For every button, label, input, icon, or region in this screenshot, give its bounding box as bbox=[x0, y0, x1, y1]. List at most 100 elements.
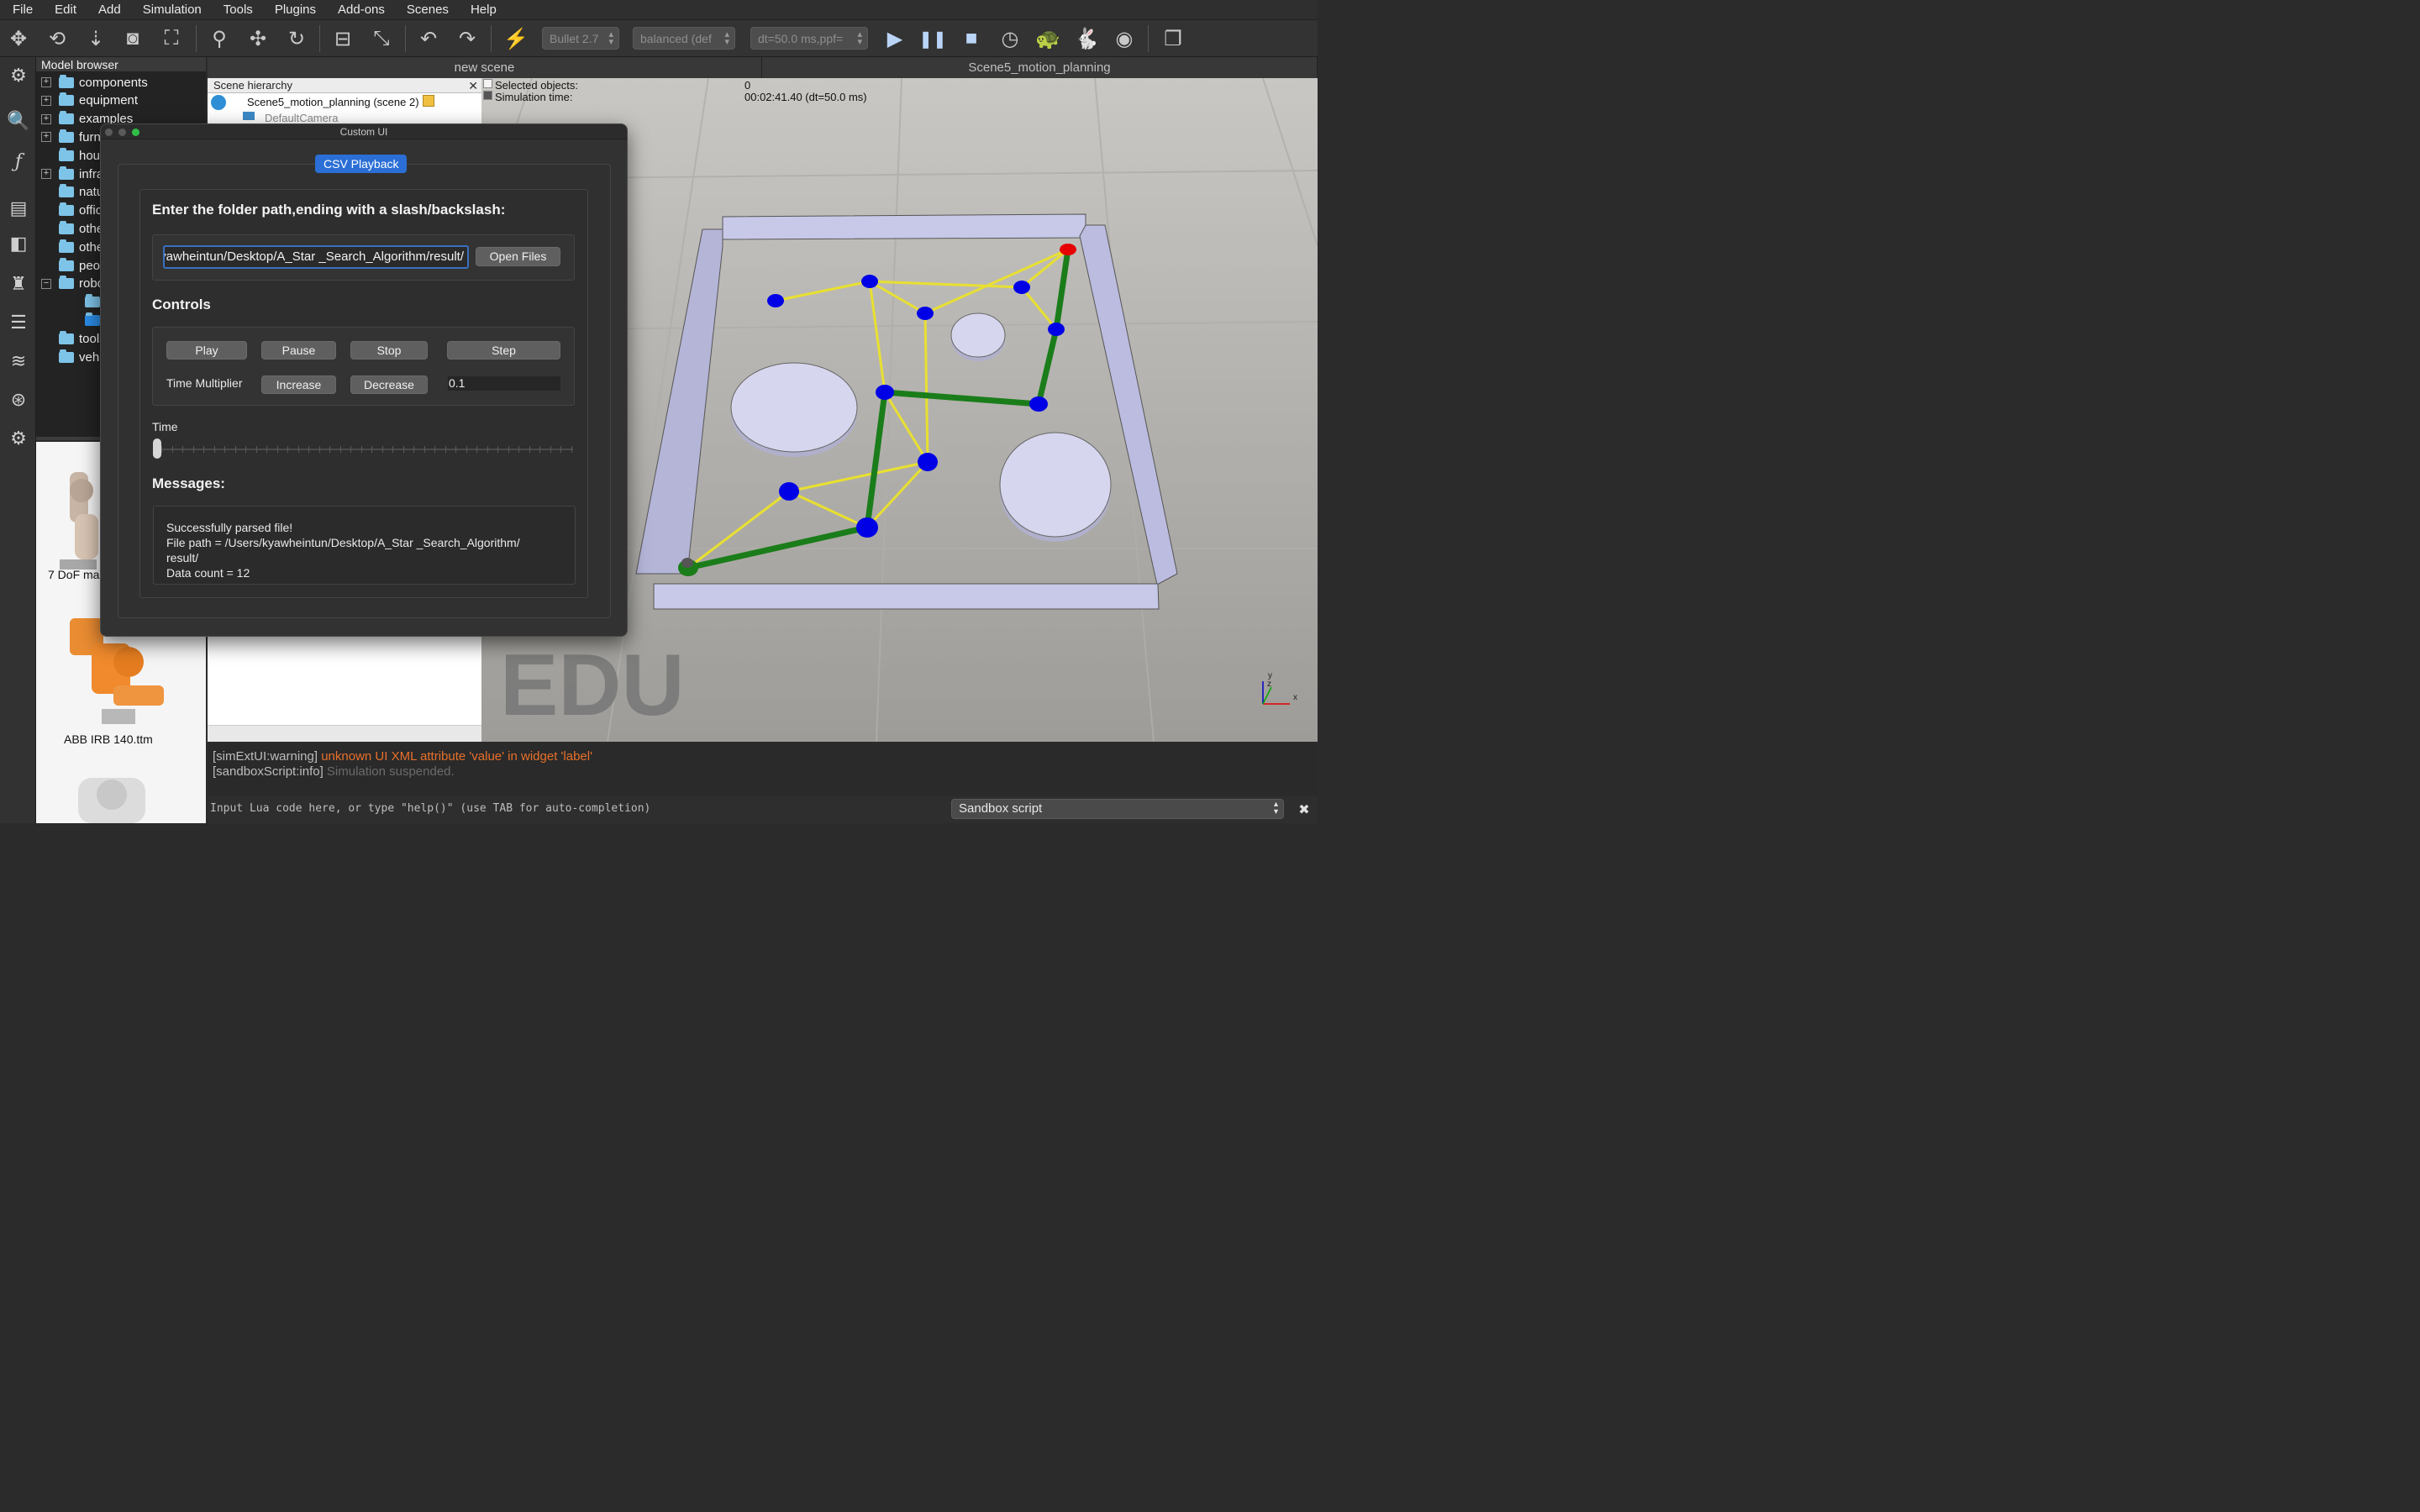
scene-hierarchy-toggle-icon[interactable]: ☰ bbox=[5, 309, 32, 336]
stop-icon[interactable]: ■ bbox=[958, 25, 985, 52]
physics-engine-select[interactable]: Bullet 2.7 ▴ ▾ bbox=[542, 27, 619, 50]
script-select-value: Sandbox script bbox=[959, 801, 1043, 816]
menu-scenes[interactable]: Scenes bbox=[394, 3, 458, 17]
time-slider-handle[interactable] bbox=[153, 438, 161, 459]
expand-toggle-icon[interactable]: − bbox=[41, 278, 51, 289]
hierarchy-scrollbar[interactable] bbox=[208, 725, 481, 742]
dynamics-toggle-icon[interactable]: ⚡ bbox=[502, 25, 529, 52]
camera-pan-icon[interactable]: ✥ bbox=[5, 25, 32, 52]
decrease-button[interactable]: Decrease bbox=[350, 375, 428, 394]
timestep-select[interactable]: dt=50.0 ms,ppf= ▴ ▾ bbox=[750, 27, 868, 50]
hierarchy-item-defaultcamera[interactable]: DefaultCamera bbox=[265, 112, 338, 124]
object-rotate-icon[interactable]: ↻ bbox=[283, 25, 310, 52]
slower-turtle-icon[interactable]: 🐢 bbox=[1034, 25, 1061, 52]
click-select-icon[interactable]: ⚲ bbox=[206, 25, 233, 52]
folder-icon bbox=[59, 129, 74, 143]
lua-code-input[interactable]: Input Lua code here, or type "help()" (u… bbox=[208, 798, 947, 820]
camera-angle-icon[interactable]: ◙ bbox=[119, 25, 146, 52]
thumbnail-next-robot[interactable] bbox=[78, 778, 145, 823]
thumbnail-7dof-robot[interactable] bbox=[60, 472, 98, 570]
time-multiplier-value[interactable]: 0.1 bbox=[448, 376, 560, 391]
camera-rotate-icon[interactable]: ⟲ bbox=[44, 25, 71, 52]
folder-path-input[interactable]: /Users/kyawheintun/Desktop/A_Star _Searc… bbox=[163, 245, 469, 269]
menu-add[interactable]: Add bbox=[86, 3, 130, 17]
engine-mode-select[interactable]: balanced (def ▴ ▾ bbox=[633, 27, 735, 50]
tree-item[interactable]: + equipment bbox=[36, 92, 138, 110]
script-select[interactable]: Sandbox script ▴ ▾ bbox=[951, 799, 1284, 819]
play-button[interactable]: Play bbox=[166, 341, 247, 360]
folder-icon bbox=[59, 74, 74, 88]
play-icon[interactable]: ▶ bbox=[881, 25, 908, 52]
tree-item[interactable]: other bbox=[36, 238, 108, 256]
pause-button[interactable]: Pause bbox=[261, 341, 336, 360]
folder-icon bbox=[85, 294, 100, 308]
tree-item[interactable] bbox=[36, 293, 105, 312]
tab-scene5-motion-planning[interactable]: Scene5_motion_planning bbox=[762, 57, 1318, 78]
function-icon[interactable]: ƒ bbox=[5, 148, 32, 175]
calculation-modules-icon[interactable]: 🔍 bbox=[5, 108, 32, 134]
collections-icon[interactable]: ▤ bbox=[5, 195, 32, 222]
object-shift-icon[interactable]: ✣ bbox=[245, 25, 271, 52]
thumbnail-label-abb: ABB IRB 140.ttm bbox=[64, 732, 153, 746]
expand-toggle-icon[interactable]: + bbox=[41, 169, 51, 179]
slider-tick bbox=[360, 446, 362, 453]
window-zoom-icon[interactable] bbox=[132, 129, 139, 136]
slider-tick bbox=[487, 446, 488, 453]
tab-csv-playback[interactable]: CSV Playback bbox=[315, 155, 408, 173]
camera-shift-icon[interactable]: ⇣ bbox=[82, 25, 109, 52]
step-button[interactable]: Step bbox=[447, 341, 560, 360]
menu-file[interactable]: File bbox=[0, 3, 42, 17]
tree-item[interactable] bbox=[36, 311, 105, 329]
tree-item[interactable]: tools bbox=[36, 329, 106, 348]
tree-item[interactable]: other bbox=[36, 219, 108, 238]
faster-rabbit-icon[interactable]: 🐇 bbox=[1073, 25, 1100, 52]
shape-edit-icon[interactable]: ◧ bbox=[5, 230, 32, 257]
menu-tools[interactable]: Tools bbox=[211, 3, 262, 17]
slider-tick bbox=[255, 446, 257, 453]
open-files-button[interactable]: Open Files bbox=[476, 247, 560, 266]
info-toggle-icon[interactable] bbox=[483, 79, 492, 88]
undo-icon[interactable]: ↶ bbox=[415, 25, 442, 52]
object-properties-icon[interactable]: ⚙ bbox=[5, 62, 32, 89]
visualization-eye-icon[interactable]: ◉ bbox=[1111, 25, 1138, 52]
tab-new-scene[interactable]: new scene bbox=[208, 57, 762, 78]
info-toggle-icon-2[interactable] bbox=[483, 91, 492, 100]
menu-edit[interactable]: Edit bbox=[42, 3, 86, 17]
expand-toggle-icon[interactable]: + bbox=[41, 113, 51, 124]
scene-windows-icon[interactable]: ❐ bbox=[1160, 25, 1186, 52]
assemble-icon[interactable]: ⊟ bbox=[329, 25, 356, 52]
expand-toggle-icon[interactable]: + bbox=[41, 132, 51, 143]
realtime-icon[interactable]: ◷ bbox=[997, 25, 1023, 52]
slider-tick bbox=[424, 446, 425, 453]
menu-addons[interactable]: Add-ons bbox=[325, 3, 394, 17]
expand-toggle-icon[interactable]: + bbox=[41, 95, 51, 106]
close-icon[interactable]: ✖ bbox=[1296, 801, 1313, 818]
fit-to-view-icon[interactable]: ⛶ bbox=[158, 25, 185, 52]
menu-plugins[interactable]: Plugins bbox=[262, 3, 325, 17]
hierarchy-root-item[interactable]: Scene5_motion_planning (scene 2) bbox=[247, 96, 419, 108]
time-slider-track[interactable] bbox=[154, 449, 573, 450]
window-close-icon[interactable] bbox=[105, 129, 113, 136]
viewport-info-panel: Selected objects: 0 Simulation time: 00:… bbox=[483, 79, 987, 104]
transfer-dna-icon[interactable]: ⤡ bbox=[368, 25, 395, 52]
layers-icon[interactable]: ≋ bbox=[5, 348, 32, 375]
pause-icon[interactable]: ❚❚ bbox=[918, 25, 947, 52]
video-recorder-icon[interactable]: ⊛ bbox=[5, 386, 32, 413]
window-minimize-icon[interactable] bbox=[118, 129, 126, 136]
tree-item[interactable]: + components bbox=[36, 73, 148, 92]
folder-icon bbox=[59, 111, 74, 125]
slider-tick bbox=[381, 446, 383, 453]
engine-mode-value: balanced (def bbox=[640, 32, 712, 45]
controls-heading: Controls bbox=[152, 297, 211, 312]
stop-button[interactable]: Stop bbox=[350, 341, 428, 360]
expand-toggle-icon[interactable]: + bbox=[41, 77, 51, 87]
menu-help[interactable]: Help bbox=[458, 3, 506, 17]
close-icon[interactable]: ✕ bbox=[468, 78, 478, 93]
robot-icon[interactable]: ♜ bbox=[5, 270, 32, 297]
script-icon[interactable] bbox=[423, 95, 434, 107]
custom-ui-titlebar[interactable]: Custom UI bbox=[101, 124, 627, 139]
menu-simulation[interactable]: Simulation bbox=[130, 3, 211, 17]
increase-button[interactable]: Increase bbox=[261, 375, 336, 394]
user-settings-icon[interactable]: ⚙ bbox=[5, 425, 32, 452]
redo-icon[interactable]: ↷ bbox=[454, 25, 481, 52]
